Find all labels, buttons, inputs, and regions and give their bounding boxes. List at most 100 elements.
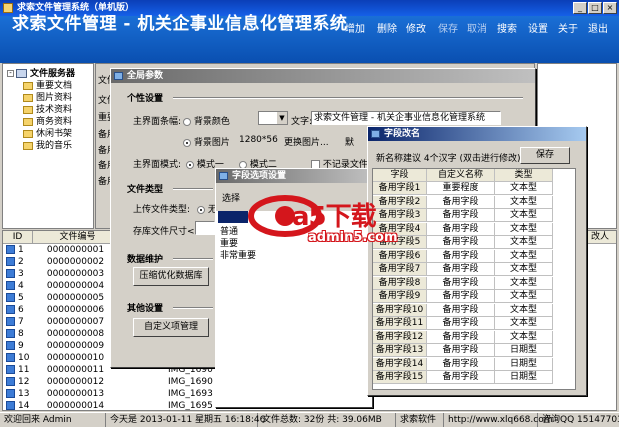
cell-custom-name[interactable]: 备用字段 [427,344,495,357]
status-bar: 欢迎回来 Admin 今天是 2013-01-11 星期五 16:18:46 文… [0,412,619,427]
menu-settings[interactable]: 设置 [528,20,548,35]
menu-edit[interactable]: 修改 [406,20,426,35]
table-row[interactable]: 备用字段7 备用字段 文本型 [373,263,553,276]
menu-search[interactable]: 搜索 [497,20,517,35]
tree-item-leisure[interactable]: 休闲书架 [23,128,72,140]
tree-item-tech[interactable]: 技术资料 [23,104,72,116]
table-row[interactable]: 备用字段14 备用字段 日期型 [373,357,553,371]
cell-custom-name[interactable]: 备用字段 [427,263,495,276]
cell-custom-name[interactable]: 备用字段 [427,276,495,290]
banner-label: 主界面条幅: [133,117,182,127]
cell-custom-name[interactable]: 备用字段 [427,317,495,330]
cell-custom-name[interactable]: 备用字段 [427,222,495,236]
tree-item-label: 图片资料 [36,93,73,103]
cell-custom-name[interactable]: 备用字段 [427,195,495,209]
row-id: 10 [18,353,30,363]
document-icon [6,269,15,278]
dialog-title-bar[interactable]: 全局参数 [111,69,535,83]
tree-item-business[interactable]: 商务资料 [23,116,72,128]
column-header-id[interactable]: ID [3,231,33,244]
document-icon [6,377,15,386]
column-header-modifier[interactable]: 改人 [583,231,616,244]
status-site[interactable]: http://www.xlq668.com [444,413,553,427]
cell-type: 日期型 [495,371,553,384]
bg-color-option[interactable]: 背景颜色 [183,114,230,127]
cell-custom-name[interactable]: 备用字段 [427,371,495,384]
folder-icon [23,93,33,102]
menu-add[interactable]: 增加 [345,20,365,35]
cell-type: 日期型 [495,344,553,357]
change-image-link[interactable]: 更换图片... [284,135,329,148]
table-row[interactable]: 备用字段11 备用字段 文本型 [373,317,553,330]
color-picker[interactable]: ▼ [258,111,288,125]
table-row[interactable]: 备用字段12 备用字段 文本型 [373,330,553,344]
custom-items-button[interactable]: 自定义项管理 [133,318,209,337]
table-row[interactable]: 备用字段10 备用字段 文本型 [373,303,553,317]
column-header-type[interactable]: 类型 [495,169,553,182]
close-button[interactable]: × [603,2,617,14]
dialog-title-bar[interactable]: 字段选项设置 [216,169,372,183]
bg-image-option[interactable]: 背景图片 [183,135,230,148]
cell-custom-name[interactable]: 备用字段 [427,290,495,303]
radio-icon[interactable] [183,117,191,126]
tree-item-important[interactable]: 重要文档 [23,80,72,92]
table-row[interactable]: 备用字段9 备用字段 文本型 [373,290,553,303]
cell-custom-name[interactable]: 重要程度 [427,182,495,195]
menu-delete[interactable]: 删除 [377,20,397,35]
dialog-title: 字段改名 [384,129,421,139]
row-code: 0000000007 [46,317,105,327]
upload-none-option[interactable]: 无 [197,202,217,215]
row-code: 0000000002 [46,257,105,267]
size-limit-input[interactable] [195,221,215,235]
expand-icon[interactable]: - [7,70,14,77]
dropdown-arrow-icon[interactable]: ▼ [277,112,287,124]
menu-cancel[interactable]: 取消 [467,20,487,35]
cell-field: 备用字段14 [373,357,427,371]
cell-custom-name[interactable]: 备用字段 [427,303,495,317]
column-header-custom-name[interactable]: 自定义名称 [427,169,495,182]
tree-item-label: 商务资料 [36,117,73,127]
document-icon [6,365,15,374]
cell-custom-name[interactable]: 备用字段 [427,249,495,263]
status-total: 文件总数: 32份 共: 39.06MB [258,413,396,427]
save-button[interactable]: 保存 [520,147,570,164]
tree-item-music[interactable]: 我的音乐 [23,140,72,152]
minimize-button[interactable]: _ [573,2,587,14]
table-row[interactable]: 备用字段15 备用字段 日期型 [373,371,553,384]
cell-type: 文本型 [495,317,553,330]
menu-save[interactable]: 保存 [438,20,458,35]
table-row[interactable]: 备用字段8 备用字段 文本型 [373,276,553,290]
window-icon [219,172,228,180]
tree-item-label: 我的音乐 [36,141,73,151]
tree-root[interactable]: - 文件服务器 [7,68,75,80]
row-code: 0000000001 [46,245,105,255]
radio-icon[interactable] [186,160,194,169]
group-divider [173,307,213,309]
cell-type: 文本型 [495,330,553,344]
menu-about[interactable]: 关于 [558,20,578,35]
dialog-title-bar[interactable]: 字段改名 [368,127,586,141]
folder-icon [23,81,33,90]
cell-type: 文本型 [495,249,553,263]
banner-text-input[interactable]: 求索文件管理 - 机关企事业信息化管理系统 [311,111,501,125]
radio-icon[interactable] [183,138,191,147]
tree-item-images[interactable]: 图片资料 [23,92,72,104]
compact-db-button[interactable]: 压缩优化数据库 [133,267,209,286]
cell-custom-name[interactable]: 备用字段 [427,330,495,344]
maximize-button[interactable]: □ [588,2,602,14]
row-id: 11 [18,365,30,375]
row-code: 0000000003 [46,269,105,279]
table-row[interactable]: 备用字段13 备用字段 日期型 [373,344,553,357]
menu-exit[interactable]: 退出 [588,20,608,35]
radio-icon[interactable] [197,205,205,214]
row-code: 0000000009 [46,341,105,351]
cell-custom-name[interactable]: 备用字段 [427,357,495,371]
document-icon [6,293,15,302]
column-header-field[interactable]: 字段 [373,169,427,182]
tree-item-label: 重要文档 [36,81,73,91]
cell-custom-name[interactable]: 备用字段 [427,236,495,249]
dialog-title: 字段选项设置 [232,171,287,181]
size-limit-label: 存库文件尺寸< [133,227,195,237]
cell-type: 文本型 [495,303,553,317]
cell-custom-name[interactable]: 备用字段 [427,209,495,222]
